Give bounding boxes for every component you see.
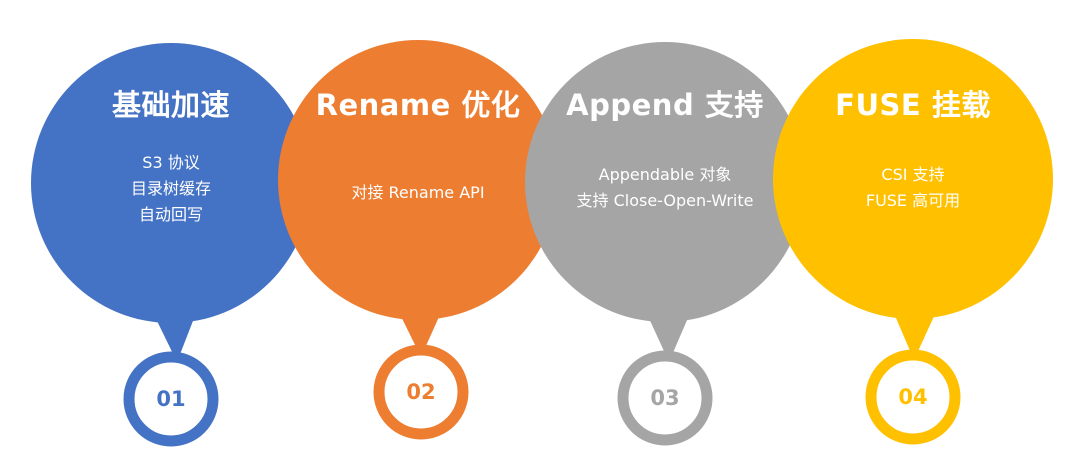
step-4-number: 04 [898, 385, 928, 409]
step-4-line-1: CSI 支持 [881, 165, 945, 184]
step-4-line-2: FUSE 高可用 [865, 191, 961, 210]
step-1-title: 基础加速 [111, 88, 230, 122]
step-2-line-1: 对接 Rename API [351, 183, 485, 202]
step-2-number: 02 [406, 380, 436, 404]
step-2-title: Rename 优化 [315, 88, 521, 122]
step-3-number: 03 [650, 386, 680, 410]
step-1-number: 01 [156, 387, 186, 411]
step-1-line-3: 自动回写 [138, 205, 203, 224]
step-3-title: Append 支持 [566, 88, 764, 122]
step-2-description: 对接 Rename API [288, 180, 548, 206]
step-1-line-2: 目录树缓存 [130, 179, 211, 198]
roadmap-diagram: 基础加速 S3 协议 目录树缓存 自动回写 Rename 优化 对接 Renam… [0, 0, 1080, 464]
step-3-line-1: Appendable 对象 [598, 165, 732, 184]
step-1-description: S3 协议 目录树缓存 自动回写 [41, 150, 301, 228]
step-3-line-2: 支持 Close-Open-Write [576, 191, 754, 210]
step-4-description: CSI 支持 FUSE 高可用 [783, 162, 1043, 214]
step-1-line-1: S3 协议 [142, 153, 200, 172]
step-4-title: FUSE 挂载 [835, 88, 991, 122]
step-3-description: Appendable 对象 支持 Close-Open-Write [535, 162, 795, 214]
